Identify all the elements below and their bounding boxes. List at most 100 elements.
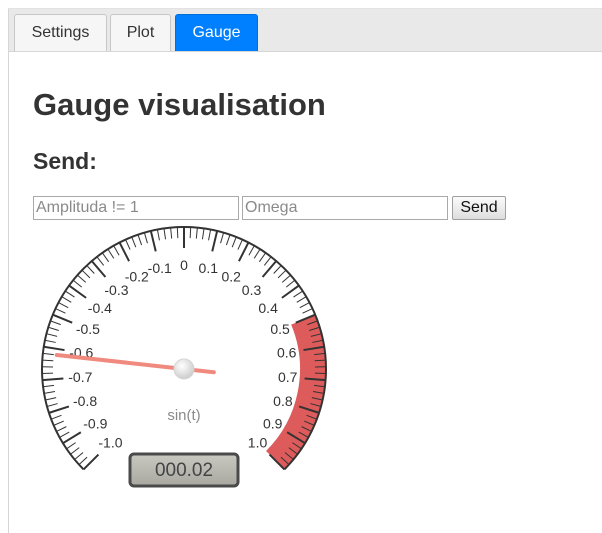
gauge-minor-tick [201, 228, 205, 240]
panel-border [8, 8, 9, 533]
gauge-minor-tick [46, 403, 58, 407]
gauge-minor-tick [299, 302, 310, 309]
gauge-minor-tick [86, 265, 95, 274]
gauge-minor-tick [42, 352, 54, 356]
gauge-minor-tick [302, 308, 313, 314]
gauge-minor-tick [231, 236, 237, 248]
gauge-minor-tick [237, 239, 243, 250]
gauge-tick-label: 0.6 [277, 345, 297, 361]
gauge-minor-tick [61, 296, 72, 303]
gauge-minor-tick [58, 302, 69, 309]
gauge-minor-tick [281, 274, 291, 283]
gauge-minor-tick [263, 256, 272, 266]
gauge-minor-tick [285, 279, 296, 288]
page-title: Gauge visualisation [33, 87, 326, 122]
tab-settings[interactable]: Settings [14, 14, 107, 51]
gauge-major-tick [261, 260, 277, 278]
gauge-minor-tick [77, 274, 87, 283]
gauge-minor-tick [43, 384, 55, 388]
gauge-minor-tick [53, 420, 64, 426]
gauge-minor-tick [48, 326, 59, 331]
gauge-minor-tick [44, 339, 56, 343]
gauge-minor-tick [50, 414, 62, 420]
gauge-minor-tick [293, 290, 303, 298]
gauge-minor-tick [163, 228, 167, 240]
gauge-minor-tick [156, 229, 160, 241]
gauge-minor-tick [189, 227, 192, 239]
gauge-major-tick [52, 313, 73, 324]
gauge-major-tick [43, 345, 65, 352]
gauge-major-tick [281, 284, 300, 299]
gauge-tick-label: -1.0 [98, 435, 122, 451]
gauge-minor-tick [65, 290, 75, 298]
tab-plot[interactable]: Plot [110, 14, 171, 51]
gauge-minor-tick [42, 359, 54, 362]
gauge-tick-label: -0.7 [68, 369, 92, 385]
gauge-minor-tick [50, 320, 61, 326]
gauge-major-tick [42, 377, 64, 382]
sin-gauge: -1.0-0.9-0.8-0.7-0.6-0.5-0.4-0.3-0.2-0.1… [41, 226, 327, 488]
gauge-tick-label: 0.5 [270, 321, 290, 337]
gauge-tick-label: 0.3 [242, 282, 262, 298]
send-heading: Send: [33, 148, 97, 174]
tab-bar: Settings Plot Gauge [9, 9, 602, 52]
gauge-tick-label: -0.2 [125, 268, 149, 284]
gauge-tick-label: -0.8 [73, 393, 97, 409]
gauge-minor-tick [66, 442, 76, 450]
gauge-tick-label: 0.9 [263, 415, 283, 431]
gauge-minor-tick [253, 248, 261, 259]
gauge-minor-tick [143, 232, 148, 244]
amplitude-input[interactable] [33, 196, 239, 220]
gauge-minor-tick [296, 296, 307, 303]
gauge-major-tick [91, 260, 107, 278]
gauge-minor-tick [314, 359, 326, 362]
gauge-minor-tick [101, 252, 110, 263]
gauge-tick-label: 0 [180, 257, 188, 273]
gauge-minor-tick [195, 227, 198, 239]
gauge-minor-tick [55, 308, 66, 314]
gauge-title: sin(t) [167, 407, 200, 424]
gauge-minor-tick [273, 265, 282, 274]
tab-gauge[interactable]: Gauge [175, 14, 258, 51]
gauge-minor-tick [74, 452, 84, 460]
gauge-minor-tick [176, 227, 179, 239]
gauge-major-tick [211, 230, 219, 252]
gauge-tick-label: 0.8 [273, 393, 293, 409]
gauge-minor-tick [125, 239, 131, 250]
gauge-needle-hub [173, 358, 195, 380]
gauge-tick-label: -0.9 [83, 415, 107, 431]
gauge-minor-tick [137, 234, 143, 246]
gauge-readout-value: 000.02 [155, 460, 213, 481]
gauge-minor-tick [107, 248, 115, 259]
gauge-minor-tick [258, 252, 267, 263]
gauge-major-tick [149, 230, 157, 252]
gauge-tick-label: 0.7 [278, 369, 298, 385]
gauge-minor-tick [46, 333, 58, 337]
gauge-major-tick [68, 284, 87, 299]
gauge-minor-tick [70, 447, 80, 455]
gauge-minor-tick [225, 234, 231, 246]
gauge-minor-tick [170, 227, 173, 239]
gauge-minor-tick [56, 426, 67, 432]
gauge-minor-tick [131, 236, 137, 248]
gauge-tick-label: -0.1 [148, 260, 172, 276]
gauge-tick-label: 0.4 [258, 300, 278, 316]
gauge-major-tick [48, 405, 70, 414]
gauge-tick-label: 0.2 [221, 268, 241, 284]
gauge-minor-tick [72, 279, 83, 288]
gauge-tick-label: -0.5 [76, 321, 100, 337]
gauge-minor-tick [96, 256, 105, 266]
gauge-minor-tick [113, 245, 120, 256]
gauge-minor-tick [81, 269, 91, 279]
gauge-minor-tick [59, 431, 70, 438]
gauge-minor-tick [45, 397, 57, 401]
gauge-minor-tick [44, 391, 56, 394]
gauge-minor-tick [208, 229, 212, 241]
gauge-minor-tick [220, 232, 225, 244]
gauge-minor-tick [277, 269, 287, 279]
send-button[interactable]: Send [452, 196, 506, 220]
gauge-tick-label: 1.0 [248, 435, 268, 451]
omega-input[interactable] [242, 196, 448, 220]
gauge-tick-label: 0.1 [199, 260, 219, 276]
gauge-minor-tick [248, 245, 255, 256]
